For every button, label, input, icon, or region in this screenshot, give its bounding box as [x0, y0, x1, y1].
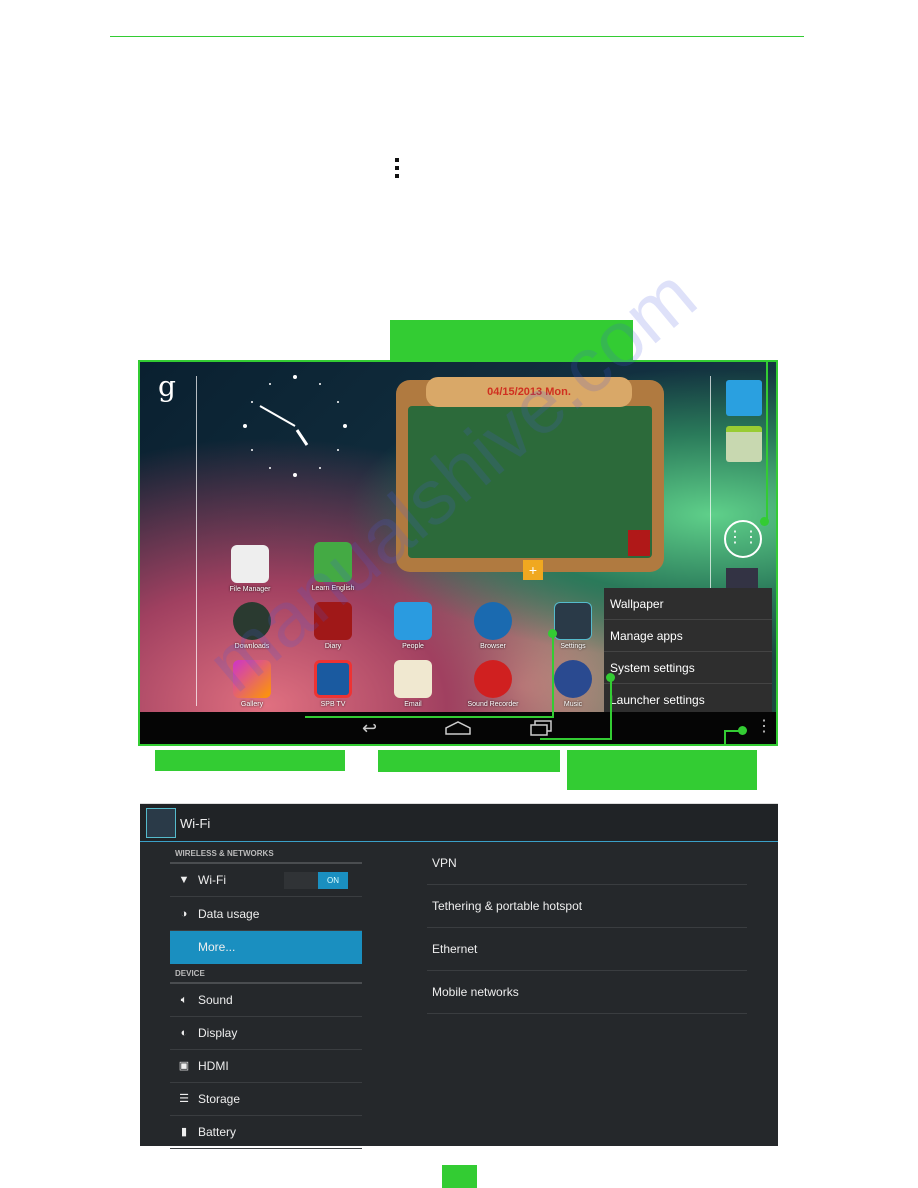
- app-downloads[interactable]: Downloads: [217, 602, 287, 650]
- settings-icon[interactable]: [146, 808, 176, 838]
- app-learn-english[interactable]: Learn English: [298, 542, 368, 592]
- contacts-widget-icon[interactable]: [726, 380, 762, 416]
- options-menu: Wallpaper Manage apps System settings La…: [604, 588, 772, 716]
- date-label: 04/15/2013 Mon.: [426, 377, 632, 407]
- app-file-manager[interactable]: File Manager: [215, 545, 285, 593]
- headphones-icon: [314, 542, 352, 582]
- list-item-storage[interactable]: ☰ Storage: [170, 1083, 362, 1116]
- tv-icon: [314, 660, 352, 698]
- app-settings[interactable]: Settings: [538, 602, 608, 650]
- folder-icon: [231, 545, 269, 583]
- globe-icon: [474, 602, 512, 640]
- action-bar: Wi-Fi: [140, 804, 778, 842]
- menu-overflow-icon[interactable]: ⋮: [756, 716, 772, 736]
- list-item-sound[interactable]: 🔈︎ Sound: [170, 984, 362, 1017]
- menu-item-system-settings[interactable]: System settings: [604, 652, 772, 684]
- all-apps-button[interactable]: ⋮⋮: [724, 520, 762, 558]
- brightness-icon: ◐: [180, 1027, 188, 1039]
- list-item-display[interactable]: ◐ Display: [170, 1017, 362, 1050]
- list-item-tethering[interactable]: Tethering & portable hotspot: [427, 885, 747, 928]
- recent-apps-icon[interactable]: [530, 720, 552, 736]
- app-music[interactable]: Music: [538, 660, 608, 708]
- list-item-wifi[interactable]: ▼ Wi-Fi ON: [170, 864, 362, 897]
- app-email[interactable]: Email: [378, 660, 448, 708]
- zoom-out-icon[interactable]: [726, 568, 758, 588]
- hdmi-icon: ▣: [178, 1060, 190, 1072]
- app-browser[interactable]: Browser: [458, 602, 528, 650]
- screen-title: Wi-Fi: [180, 816, 211, 831]
- app-gallery[interactable]: Gallery: [217, 660, 287, 708]
- storage-icon: ☰: [179, 1093, 189, 1105]
- add-widget-button[interactable]: +: [523, 560, 543, 580]
- list-item-ethernet[interactable]: Ethernet: [427, 928, 747, 971]
- app-sound-recorder[interactable]: Sound Recorder: [458, 660, 528, 708]
- menu-item-wallpaper[interactable]: Wallpaper: [604, 588, 772, 620]
- callout-system-settings: [378, 750, 560, 772]
- diary-icon: [314, 602, 352, 640]
- vertical-ellipsis-icon: [395, 158, 400, 178]
- callout-apps: [390, 320, 633, 360]
- calendar-board-widget[interactable]: 04/15/2013 Mon.: [396, 377, 664, 572]
- email-icon: [394, 660, 432, 698]
- download-icon: [233, 602, 271, 640]
- header-rule: [110, 36, 804, 37]
- home-screen: g 04/15/2013 Mon. + ⋮⋮ File Manager Lear…: [138, 360, 778, 746]
- list-item-mobile-networks[interactable]: Mobile networks: [427, 971, 747, 1014]
- settings-screen: Wi-Fi WIRELESS & NETWORKS ▼ Wi-Fi ON ◑ Dat…: [140, 803, 778, 1149]
- back-icon[interactable]: ↩: [362, 718, 377, 739]
- home-icon[interactable]: [445, 721, 471, 735]
- speaker-icon: [554, 660, 592, 698]
- page-number-box: [442, 1165, 477, 1188]
- list-item-data-usage[interactable]: ◑ Data usage: [170, 898, 362, 931]
- section-device: DEVICE: [175, 969, 205, 978]
- list-item-vpn[interactable]: VPN: [427, 842, 747, 885]
- gallery-icon: [233, 660, 271, 698]
- wifi-icon: ▼: [178, 874, 190, 886]
- wifi-toggle[interactable]: ON: [284, 872, 348, 889]
- app-diary[interactable]: Diary: [298, 602, 368, 650]
- section-wireless-networks: WIRELESS & NETWORKS: [175, 849, 274, 858]
- callout-menu: [567, 750, 757, 790]
- callout-settings: [155, 750, 345, 771]
- data-usage-icon: ◑: [180, 908, 188, 920]
- people-icon: [394, 602, 432, 640]
- list-item-more[interactable]: More...: [170, 931, 362, 964]
- list-item-hdmi[interactable]: ▣ HDMI: [170, 1050, 362, 1083]
- calendar-widget-icon[interactable]: [726, 426, 762, 462]
- speaker-icon: 🔈︎: [180, 994, 188, 1006]
- microphone-icon: [474, 660, 512, 698]
- menu-item-manage-apps[interactable]: Manage apps: [604, 620, 772, 652]
- list-item-battery[interactable]: ▮ Battery: [170, 1116, 362, 1149]
- app-spb-tv[interactable]: SPB TV: [298, 660, 368, 708]
- app-people[interactable]: People: [378, 602, 448, 650]
- google-search-icon[interactable]: g: [158, 370, 176, 403]
- analog-clock: [243, 375, 347, 477]
- settings-sliders-icon: [554, 602, 592, 640]
- battery-icon: ▮: [180, 1126, 188, 1138]
- book-icon: [628, 530, 650, 556]
